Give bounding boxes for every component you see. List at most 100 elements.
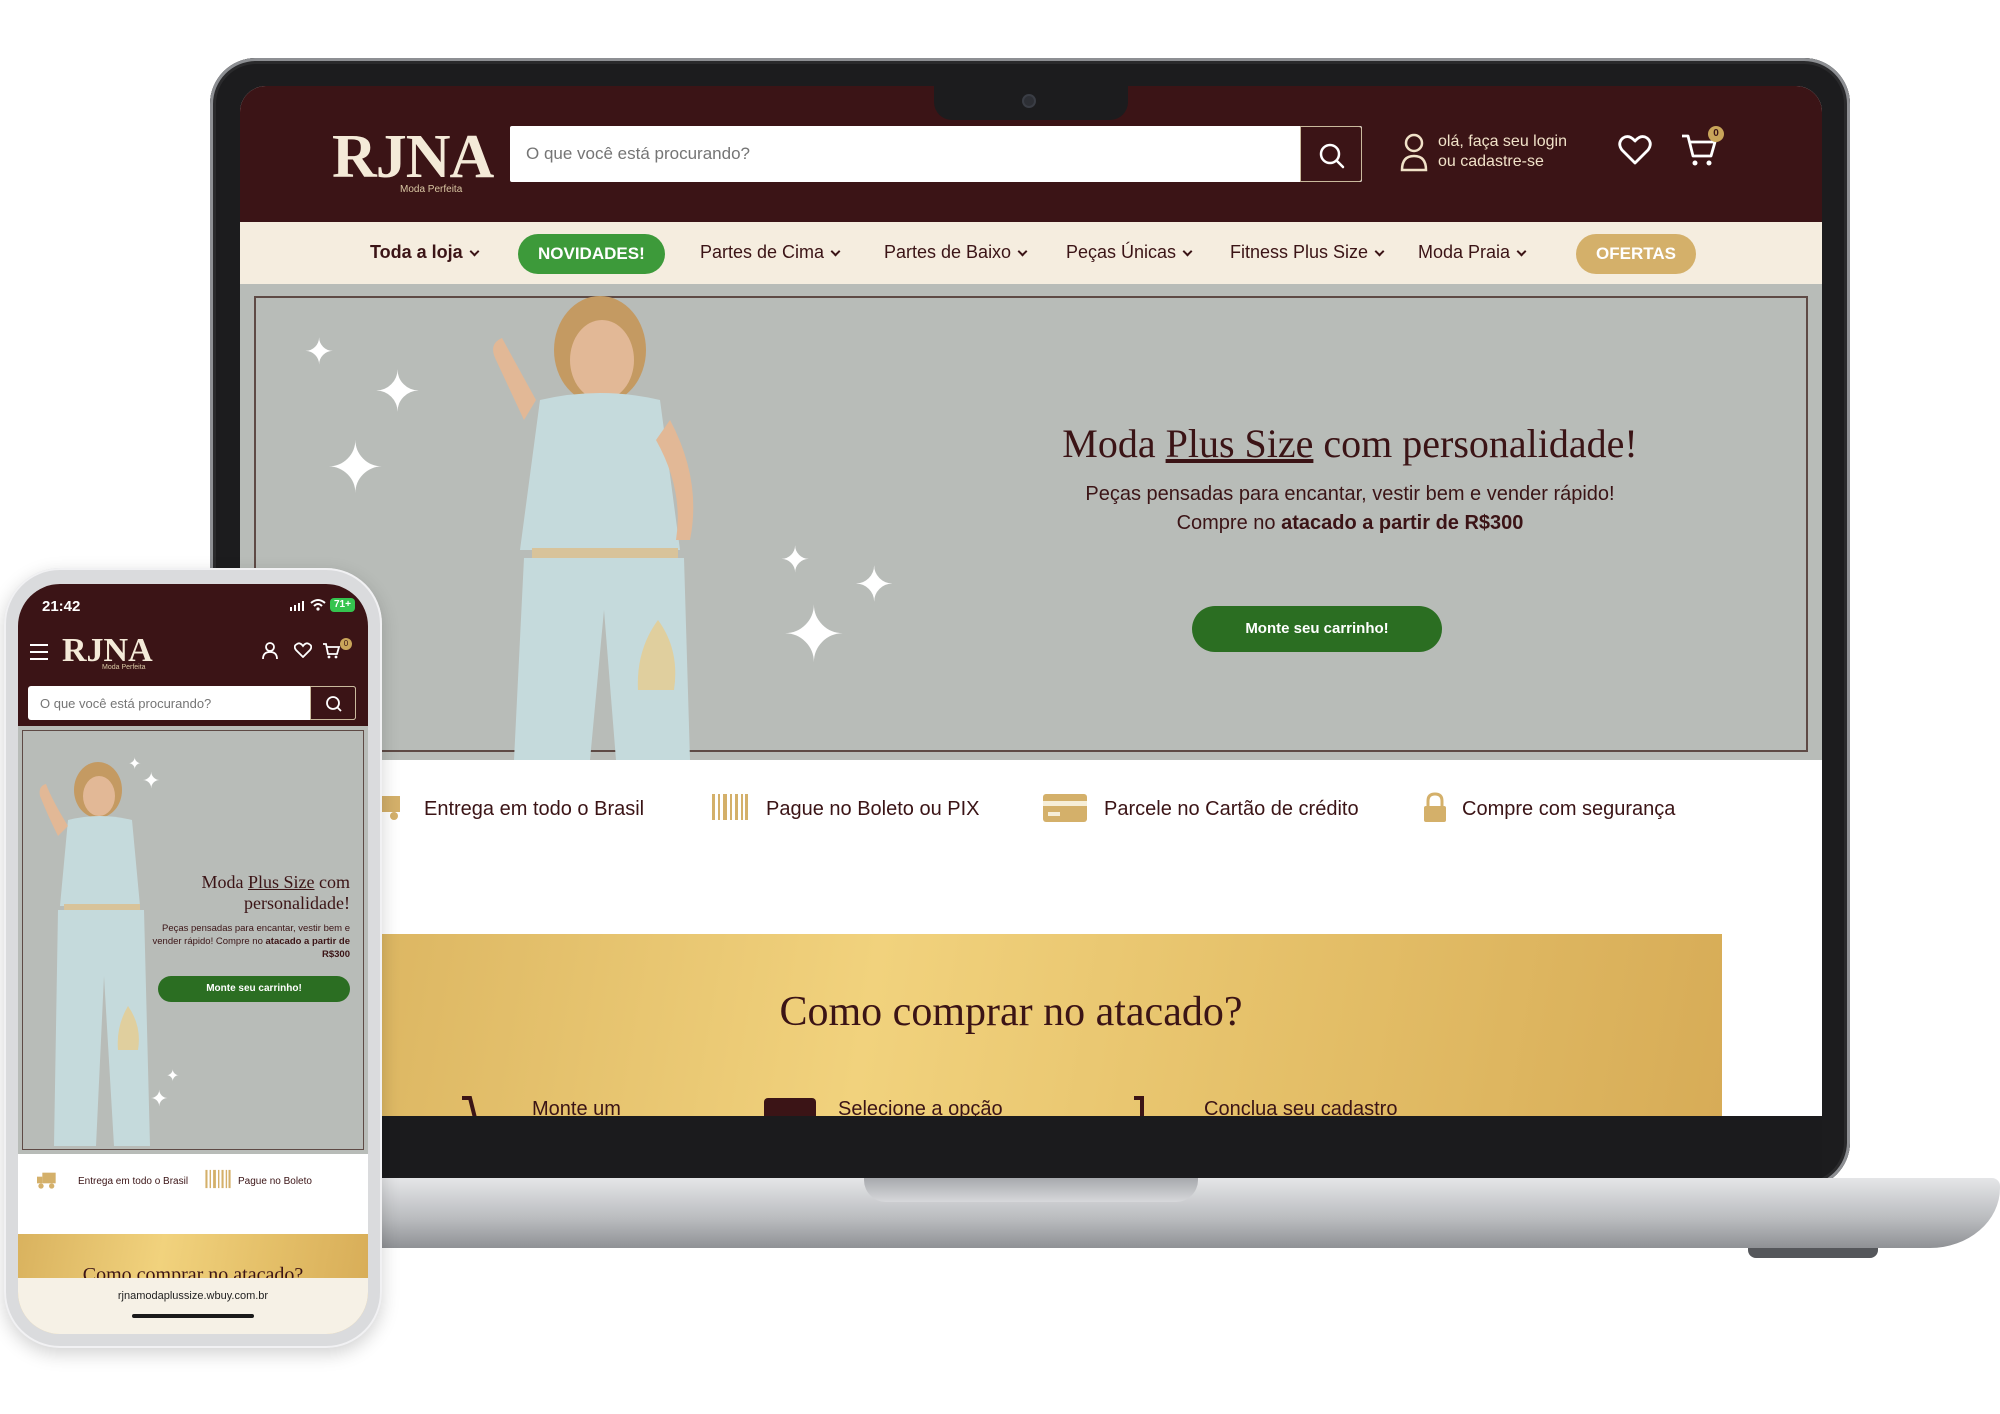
battery-indicator: 71+ (330, 598, 355, 612)
nav-label: Moda Praia (1418, 242, 1511, 262)
laptop-camera (1022, 94, 1036, 108)
sparkle-icon: ✦ (374, 360, 421, 423)
logo[interactable]: RJNA (332, 122, 494, 193)
sparkle-icon: ✦ (780, 539, 811, 580)
option-icon (764, 1098, 816, 1116)
search-icon (1319, 143, 1345, 169)
chevron-down-icon (1182, 246, 1193, 257)
url-text: rjnamodaplussize.wbuy.com.br (117, 1290, 269, 1302)
lock-icon (1424, 792, 1446, 822)
hero-line-2-bold: atacado a partir de R$300 (265, 936, 350, 960)
laptop-screen: RJNA Moda Perfeita olá, faça seu login o… (240, 86, 1822, 1116)
hero-title-highlight: Plus Size (1165, 421, 1314, 466)
nav-all-store[interactable]: Toda a loja (370, 242, 480, 263)
user-icon[interactable] (262, 642, 278, 660)
benefit-delivery: Entrega em todo o Brasil (424, 798, 645, 820)
login-line-1: olá, faça seu login (1438, 133, 1567, 150)
hero-title-part: Moda (201, 872, 248, 892)
logo-subtitle: Moda Perfeita (400, 184, 463, 195)
sparkle-icon: ✦ (326, 429, 385, 507)
hamburger-menu-icon[interactable] (30, 644, 48, 665)
nav-ofertas[interactable]: OFERTAS (1576, 234, 1696, 274)
benefit-payment: Pague no Boleto ou PIX (766, 798, 980, 820)
cart-count-badge: 0 (1708, 126, 1724, 142)
mobile-hero-banner: ✦ ✦ ✦ ✦ Moda Plus Size com personalidade… (18, 726, 368, 1154)
login-line-2: ou cadastre-se (1438, 153, 1544, 170)
hero-line-2: Compre no atacado a partir de R$300 (1000, 509, 1700, 538)
laptop-trackpad-notch (864, 1178, 1198, 1202)
cart-icon (462, 1096, 477, 1116)
chevron-down-icon (1017, 246, 1028, 257)
step-3: Conclua seu cadastro (1204, 1098, 1398, 1116)
laptop-bottom-bezel (240, 1116, 1822, 1176)
search-button[interactable] (310, 686, 356, 720)
step-1: Monte um (532, 1098, 621, 1116)
register-icon (1134, 1096, 1144, 1116)
build-cart-button[interactable]: Monte seu carrinho! (158, 976, 350, 1002)
home-indicator (132, 1314, 254, 1318)
nav-fitness-plus-size[interactable]: Fitness Plus Size (1230, 242, 1385, 263)
heart-icon[interactable] (294, 642, 312, 658)
sparkle-icon: ✦ (304, 331, 335, 372)
barcode-icon (205, 1169, 231, 1189)
benefit-delivery: Entrega em todo o Brasil (78, 1176, 189, 1187)
mobile-search-bar (28, 686, 356, 720)
hero-text: Peças pensadas para encantar, vestir bem… (138, 922, 351, 961)
model-photo (493, 296, 694, 760)
hero-title-highlight: Plus Size (247, 872, 315, 892)
search-input[interactable] (40, 686, 310, 720)
chevron-down-icon (1516, 246, 1527, 257)
benefit-security: Compre com segurança (1462, 798, 1676, 820)
benefit-installments: Parcele no Cartão de crédito (1104, 798, 1359, 820)
search-button[interactable] (1300, 126, 1362, 182)
search-bar (508, 124, 1364, 184)
hero-banner: ✦ ✦ ✦ ✦ ✦ ✦ Moda Plus Size com personali… (240, 284, 1822, 760)
credit-card-icon (1043, 794, 1087, 822)
heart-icon[interactable] (1618, 134, 1652, 166)
cart-count-badge: 0 (340, 638, 352, 650)
how-to-buy-section: Como comprar no atacado? Monte um Seleci… (300, 934, 1722, 1116)
category-nav: Toda a loja NOVIDADES! Partes de Cima Pa… (240, 222, 1822, 284)
step-2: Selecione a opção (838, 1098, 1003, 1116)
hero-title-part: com personalidade! (1313, 421, 1638, 466)
search-input[interactable] (526, 126, 1286, 182)
user-icon[interactable] (1398, 132, 1430, 172)
hero-title: Moda Plus Size com personalidade! (1000, 420, 1700, 467)
nav-novidades[interactable]: NOVIDADES! (518, 234, 665, 274)
nav-pecas-unicas[interactable]: Peças Únicas (1066, 242, 1193, 263)
nav-label: Toda a loja (370, 242, 463, 262)
chevron-down-icon (469, 246, 480, 257)
barcode-icon (712, 794, 748, 820)
hero-text: Peças pensadas para encantar, vestir bem… (1000, 480, 1700, 538)
phone-screen: 21:42 71+ RJNA Moda Perfeita 0 O que voc… (18, 584, 368, 1334)
hero-line-1: Peças pensadas para encantar, vestir bem… (1085, 483, 1615, 505)
search-icon (326, 696, 342, 712)
nav-moda-praia[interactable]: Moda Praia (1418, 242, 1527, 263)
hero-line-2-part: Compre no (1176, 512, 1282, 534)
how-to-buy-title: Como comprar no atacado? (779, 989, 1243, 1035)
nav-label: Partes de Cima (700, 242, 825, 262)
benefit-payment: Pague no Boleto (238, 1176, 312, 1187)
chevron-down-icon (1374, 246, 1385, 257)
nav-label: Peças Únicas (1066, 242, 1177, 262)
status-time: 21:42 (42, 598, 81, 615)
nav-partes-de-baixo[interactable]: Partes de Baixo (884, 242, 1028, 263)
nav-label: Fitness Plus Size (1230, 242, 1369, 262)
mobile-logo-subtitle: Moda Perfeita (102, 664, 146, 671)
nav-partes-de-cima[interactable]: Partes de Cima (700, 242, 841, 263)
sparkle-icon: ✦ (782, 593, 846, 678)
sparkle-icon: ✦ (854, 559, 895, 612)
signal-icon (290, 601, 304, 611)
hero-title-part: Moda (1062, 421, 1166, 466)
hero-title: Moda Plus Size com personalidade! (148, 872, 350, 914)
browser-url-bar[interactable]: rjnamodaplussize.wbuy.com.br (18, 1278, 368, 1334)
mobile-header: 21:42 71+ RJNA Moda Perfeita 0 (18, 584, 368, 726)
chevron-down-icon (830, 246, 841, 257)
wifi-icon (310, 599, 326, 611)
build-cart-button[interactable]: Monte seu carrinho! (1192, 606, 1442, 652)
truck-icon (37, 1172, 56, 1189)
hero-line-2-bold: atacado a partir de R$300 (1281, 512, 1524, 534)
login-link[interactable]: olá, faça seu login ou cadastre-se (1438, 132, 1567, 172)
cart-icon[interactable] (322, 642, 340, 660)
laptop-foot (1748, 1248, 1878, 1258)
